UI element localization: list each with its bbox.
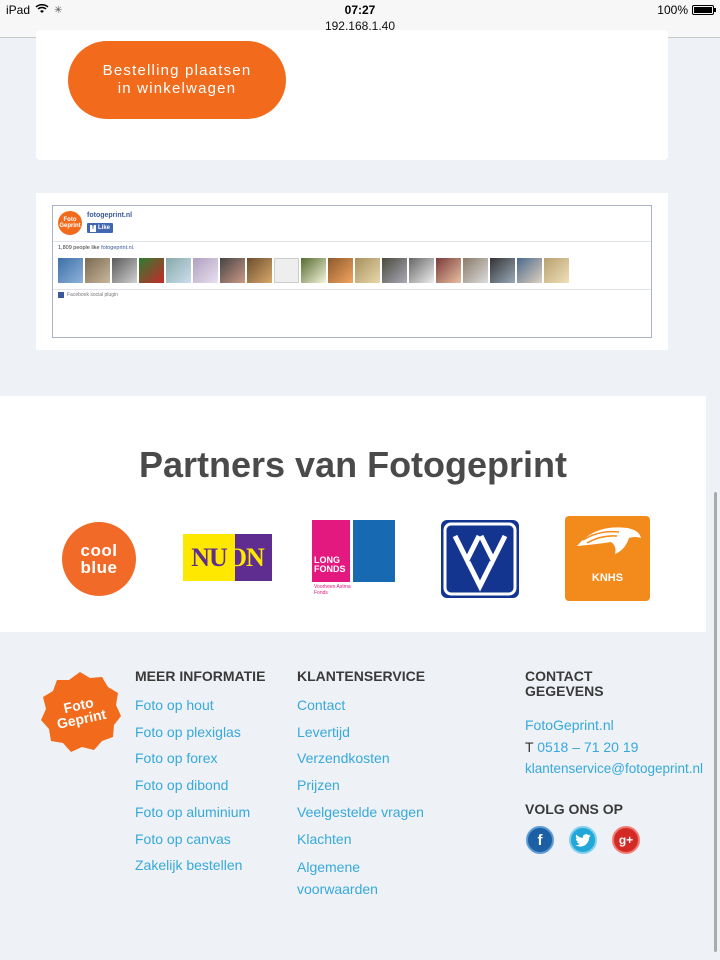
status-time: 07:27 [344, 3, 376, 17]
coolblue-logo-text: cool blue [80, 541, 118, 577]
avatar[interactable] [166, 258, 191, 283]
facebook-page-name[interactable]: fotogeprint.nl [87, 212, 132, 219]
knhs-logo-text: KNHS [591, 572, 624, 584]
avatar[interactable] [436, 258, 461, 283]
avatar[interactable] [409, 258, 434, 283]
klantenservice-link[interactable]: Contact [297, 696, 345, 714]
nuon-logo[interactable]: NUON [183, 534, 272, 581]
status-right: 100% [657, 3, 716, 17]
klantenservice-link[interactable]: Algemene voorwaarden [297, 856, 417, 900]
coolblue-logo[interactable]: cool blue [62, 522, 136, 596]
partners-title: Partners van Fotogeprint [138, 444, 568, 485]
likes-page-link[interactable]: fotogeprint.nl. [101, 245, 134, 251]
likes-count-text: 1,809 people like [58, 245, 100, 251]
scrollbar[interactable] [714, 492, 717, 952]
meer-informatie-link[interactable]: Foto op plexiglas [135, 723, 241, 741]
divider [53, 289, 651, 290]
meer-informatie-link[interactable]: Foto op canvas [135, 830, 231, 848]
avatar[interactable] [58, 258, 83, 283]
fotogeprint-logo-icon[interactable]: Foto Geprint [58, 211, 82, 235]
klantenservice-heading: KLANTENSERVICE [297, 668, 426, 684]
avatar[interactable] [544, 258, 569, 283]
place-order-button[interactable]: Bestelling plaatsen in winkelwagen [68, 41, 286, 119]
social-heading: VOLG ONS OP [525, 801, 624, 817]
battery-icon [692, 5, 716, 15]
avatar[interactable] [355, 258, 380, 283]
klantenservice-link[interactable]: Verzendkosten [297, 749, 390, 767]
meer-informatie-link[interactable]: Foto op hout [135, 696, 214, 714]
partners-section: Partners van Fotogeprint cool blue NUON … [0, 396, 706, 632]
plugin-label[interactable]: Facebook social plugin [67, 292, 118, 298]
meer-informatie-link[interactable]: Foto op aluminium [135, 803, 250, 821]
contact-heading-line2: GEGEVENS [525, 683, 604, 699]
avatar[interactable] [85, 258, 110, 283]
phone-link[interactable]: 0518 – 71 20 19 [537, 739, 638, 755]
avatar[interactable] [247, 258, 272, 283]
contact-email-link[interactable]: klantenservice@fotogeprint.nl [525, 760, 703, 778]
google-plus-icon[interactable]: g+ [612, 826, 640, 854]
fotogeprint-footer-logo[interactable]: Foto Geprint [38, 670, 122, 754]
avatar[interactable] [301, 258, 326, 283]
klantenservice-link[interactable]: Veelgestelde vragen [297, 803, 424, 821]
phone-prefix: T [525, 739, 534, 755]
meer-informatie-heading: MEER INFORMATIE [135, 668, 266, 684]
meer-informatie-link[interactable]: Zakelijk bestellen [135, 856, 242, 874]
facebook-plugin-footer: Facebook social plugin [58, 292, 118, 298]
contact-heading-line1: CONTACT [525, 668, 593, 684]
facebook-like-button[interactable]: f Like [87, 223, 114, 233]
facebook-like-box: Foto Geprint fotogeprint.nl f Like 1,809… [52, 205, 652, 338]
fan-avatars [58, 258, 569, 283]
contact-site-link[interactable]: FotoGeprint.nl [525, 716, 614, 734]
klantenservice-link[interactable]: Levertijd [297, 723, 350, 741]
avatar[interactable] [463, 258, 488, 283]
nuon-logo-text: NUON [191, 542, 265, 572]
avatar[interactable] [274, 258, 299, 283]
longfonds-subtext: Voorheen Astma Fonds [314, 584, 351, 596]
vvv-logo[interactable] [441, 520, 519, 598]
avatar[interactable] [328, 258, 353, 283]
knhs-logo[interactable]: KNHS [565, 516, 650, 601]
longfonds-logo-text: LONG FONDS [314, 555, 346, 574]
likes-count: 1,809 people like fotogeprint.nl. [58, 245, 134, 251]
like-label: Like [98, 225, 111, 231]
klantenservice-link[interactable]: Klachten [297, 830, 351, 848]
longfonds-logo[interactable]: LONG FONDS Voorheen Astma Fonds [312, 520, 395, 610]
klantenservice-link[interactable]: Prijzen [297, 776, 340, 794]
facebook-icon[interactable]: f [526, 826, 554, 854]
battery-percent: 100% [657, 3, 688, 17]
contact-heading: CONTACT GEGEVENS [525, 669, 604, 699]
avatar[interactable] [517, 258, 542, 283]
avatar[interactable] [490, 258, 515, 283]
meer-informatie-link[interactable]: Foto op forex [135, 749, 218, 767]
meer-informatie-link[interactable]: Foto op dibond [135, 776, 228, 794]
avatar[interactable] [382, 258, 407, 283]
twitter-icon[interactable] [569, 826, 597, 854]
facebook-icon: f [90, 224, 96, 232]
avatar[interactable] [139, 258, 164, 283]
avatar[interactable] [112, 258, 137, 283]
avatar[interactable] [220, 258, 245, 283]
contact-phone: T 0518 – 71 20 19 [525, 738, 638, 756]
avatar[interactable] [193, 258, 218, 283]
facebook-icon [58, 292, 64, 298]
divider [53, 241, 651, 242]
